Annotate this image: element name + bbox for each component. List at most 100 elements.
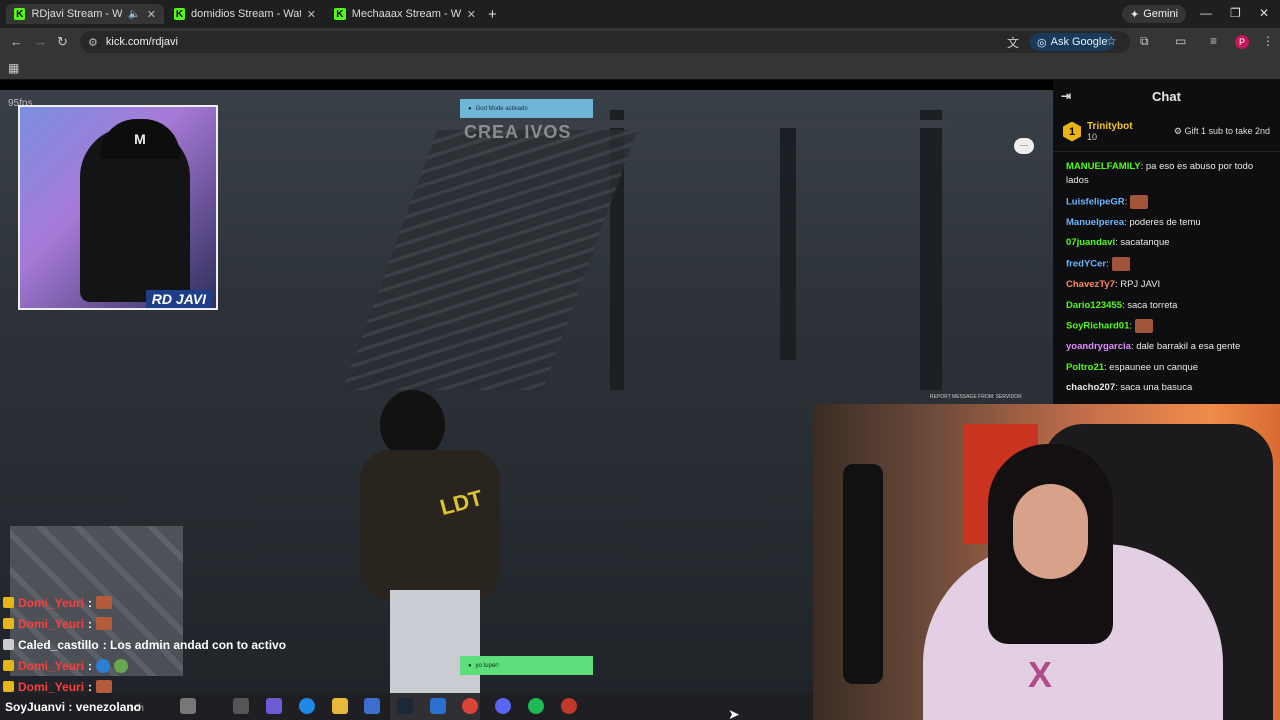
- back-button[interactable]: ←: [10, 34, 23, 49]
- chat-username[interactable]: chacho207: [1066, 382, 1115, 393]
- gift-sub-button[interactable]: ⚙ Gift 1 sub to take 2nd: [1174, 126, 1270, 137]
- check-icon: ●: [468, 662, 472, 669]
- discord-icon: [495, 698, 511, 714]
- emote-icon: [96, 658, 111, 673]
- emote-icon: [1135, 319, 1154, 334]
- emote-icon: [114, 658, 129, 673]
- profile-avatar[interactable]: P: [1235, 35, 1249, 49]
- minimize-button[interactable]: —: [1200, 6, 1212, 20]
- reload-button[interactable]: ↻: [57, 34, 68, 50]
- kick-icon: K: [14, 8, 26, 20]
- leaderboard-user: Trinitybot: [1087, 121, 1133, 132]
- overlay-chat-text: :: [88, 595, 93, 610]
- chat-username[interactable]: Poltro21: [1066, 362, 1104, 373]
- leaderboard-count: 10: [1087, 132, 1098, 142]
- chat-text: : sacatanque: [1115, 237, 1170, 249]
- folder-icon: [332, 698, 348, 714]
- gift-leaderboard[interactable]: 1 Trinitybot 10 ⚙ Gift 1 sub to take 2nd: [1053, 112, 1280, 152]
- window-close-button[interactable]: ✕: [1259, 6, 1269, 20]
- chat-username[interactable]: LuisfelipeGR: [1066, 196, 1125, 207]
- chat-message: yoandrygarcia: dale barrakil a esa gente: [1066, 340, 1268, 354]
- chat-text: : saca una basuca: [1115, 382, 1193, 394]
- sparkle-icon: ✦: [1130, 8, 1140, 21]
- chat-username[interactable]: 07juandavi: [1066, 237, 1115, 248]
- cap-logo: M: [100, 119, 180, 159]
- collapse-chat-icon[interactable]: ⇥: [1061, 89, 1071, 103]
- zebra-icon: [180, 698, 196, 714]
- menu-kebab-icon[interactable]: ⋮: [1262, 34, 1274, 48]
- tab-rdjavi[interactable]: K RDjavi Stream - Watch Live 🔈 ✕: [6, 4, 164, 24]
- overlay-chat-user: Domi_Yeuri: [18, 658, 85, 673]
- chat-panel: ⇥ Chat 1 Trinitybot 10 ⚙ Gift 1 sub to t…: [1053, 80, 1280, 404]
- chat-message: ChavezTy7: RPJ JAVI: [1066, 278, 1268, 292]
- media-controls-icon[interactable]: ≡: [1210, 34, 1217, 48]
- chat-message: chacho207: saca una basuca: [1066, 381, 1268, 395]
- chat-message: Manuelperea: poderes de temu: [1066, 216, 1268, 230]
- bottom-chat-caption: SoyJuanvi : venezolano: [5, 700, 142, 714]
- overlay-chat-user: Domi_Yeuri: [18, 616, 85, 631]
- speech-bubble-icon: …: [1014, 138, 1034, 154]
- hangar-roof-beam: [200, 120, 950, 128]
- emote-icon: [96, 680, 113, 693]
- close-icon[interactable]: ✕: [467, 8, 476, 21]
- chat-username[interactable]: fredYCer: [1066, 258, 1106, 269]
- emote-icon: [96, 617, 113, 630]
- translate-icon[interactable]: 文: [1007, 34, 1019, 51]
- chat-username[interactable]: Manuelperea: [1066, 217, 1124, 228]
- site-info-icon[interactable]: ⚙: [88, 36, 98, 49]
- overlay-chat-line: Domi_Yeuri :: [0, 613, 420, 634]
- sub-badge-icon: [3, 660, 14, 671]
- chat-username[interactable]: Dario123455: [1066, 300, 1122, 311]
- gemini-button[interactable]: ✦ Gemini: [1122, 5, 1187, 23]
- ask-google-label: Ask Google: [1050, 36, 1108, 48]
- audio-icon[interactable]: 🔈: [128, 9, 140, 20]
- close-icon[interactable]: ✕: [307, 8, 316, 21]
- overlay-chat-text: :: [88, 616, 93, 631]
- bookmark-star-icon[interactable]: ☆: [1106, 34, 1117, 48]
- restore-button[interactable]: ❐: [1230, 6, 1241, 20]
- chat-username[interactable]: SoyRichard01: [1066, 321, 1129, 332]
- forward-button[interactable]: →: [34, 34, 47, 49]
- overlay-chat-user: Caled_castillo: [18, 637, 99, 652]
- chat-message: Dario123455: saca torreta: [1066, 299, 1268, 313]
- god-mode-notification: ● God Mode activado: [460, 99, 593, 118]
- emote-icon: [96, 596, 113, 609]
- overlay-chat-line: Domi_Yeuri :: [0, 592, 420, 613]
- chat-message: LuisfelipeGR:: [1066, 194, 1268, 210]
- overlay-chat-text: : Los admin andad con to activo: [102, 637, 287, 652]
- apps-grid-icon[interactable]: ▦: [8, 61, 19, 75]
- info-icon: ●: [468, 105, 472, 112]
- overlay-chat-user: Domi_Yeuri: [18, 595, 85, 610]
- close-icon[interactable]: ✕: [147, 8, 156, 21]
- chat-text: : poderes de temu: [1124, 216, 1201, 228]
- notification-text: God Mode activado: [475, 105, 528, 112]
- bottom-notification: ● yo tuper!: [460, 656, 593, 675]
- chat-message: SoyRichard01:: [1066, 319, 1268, 334]
- new-tab-button[interactable]: +: [488, 6, 497, 23]
- obs-icon: [561, 698, 577, 714]
- chat-username[interactable]: MANUELFAMILY: [1066, 161, 1141, 172]
- chrome-icon: [462, 698, 478, 714]
- chat-username[interactable]: yoandrygarcia: [1066, 341, 1131, 352]
- chat-message: Poltro21: espaunee un canque: [1066, 361, 1268, 375]
- extensions-icon[interactable]: ⧉: [1140, 34, 1149, 49]
- tab-mechaaax[interactable]: K Mechaaax Stream - Watch Live ✕: [326, 4, 484, 24]
- sub-badge-icon: [3, 618, 14, 629]
- tab-domidios[interactable]: K domidios Stream - Watch Live o ✕: [166, 4, 324, 24]
- streamer-nameplate: RD JAVI: [145, 290, 212, 308]
- kick-icon: K: [174, 8, 185, 20]
- address-bar[interactable]: ⚙ kick.com/rdjavi: [80, 31, 1130, 53]
- emote-icon: [1130, 194, 1149, 209]
- ask-google-button[interactable]: ◎ Ask Google: [1030, 33, 1115, 51]
- hangar-beam: [920, 110, 942, 390]
- chat-text: : RPJ JAVI: [1114, 279, 1161, 290]
- edge-icon: [299, 698, 315, 714]
- chat-message: MANUELFAMILY: pa eso es abuso por todo l…: [1066, 160, 1268, 188]
- overlay-chat: Domi_Yeuri : Domi_Yeuri : Caled_castillo…: [0, 592, 420, 697]
- task-view-icon: [233, 698, 249, 714]
- notification-text: yo tuper!: [475, 662, 499, 669]
- chat-header: ⇥ Chat: [1053, 80, 1280, 112]
- chat-username[interactable]: ChavezTy7: [1066, 279, 1115, 290]
- tab-search-icon[interactable]: ▭: [1175, 34, 1186, 48]
- tab-title: RDjavi Stream - Watch Live: [31, 8, 123, 20]
